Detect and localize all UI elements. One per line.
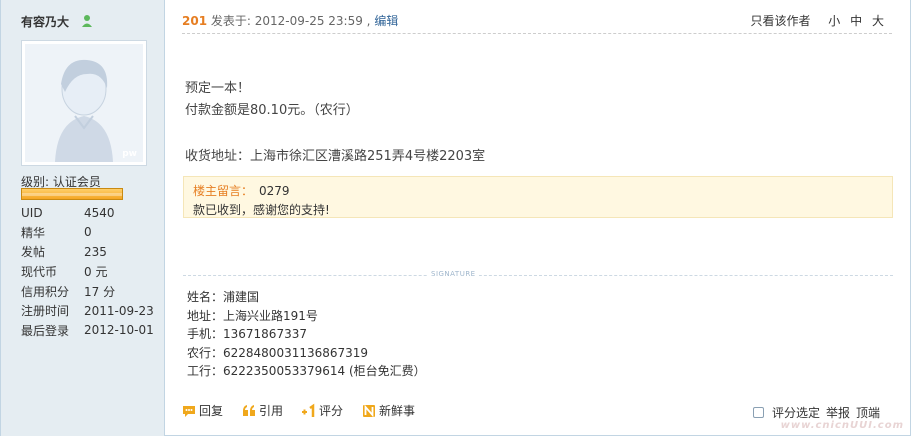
signature: 姓名：浦建国 地址：上海兴业路191号 手机：13671867337 农行：62… — [187, 288, 426, 381]
fresh-button[interactable]: 新鲜事 — [361, 402, 415, 419]
stat-row: 注册时间 2011-09-23 — [21, 301, 161, 321]
stat-row: 信用积分 17 分 — [21, 281, 161, 301]
post-address: 收货地址：上海市徐汇区漕溪路251弄4号楼2203室 — [185, 149, 486, 164]
stat-value: 2011-09-23 — [84, 303, 154, 318]
edit-link[interactable]: 编辑 — [374, 14, 398, 28]
quote-label: 引用 — [259, 404, 284, 418]
plus-one-icon — [302, 403, 315, 417]
signature-divider — [183, 275, 893, 276]
font-small-link[interactable]: 小 — [828, 14, 840, 28]
signature-row: 工行：6222350053379614 (柜台免汇费） — [187, 364, 426, 378]
signature-row: 姓名：浦建国 — [187, 290, 260, 304]
default-avatar-icon — [25, 44, 143, 162]
stat-key: 现代币 — [21, 265, 58, 280]
fresh-label: 新鲜事 — [379, 404, 416, 418]
user-sidebar: 有容乃大 pw 级别: 认证会员 UID 4540 精华 0 发帖 235 现代… — [1, 0, 165, 436]
level-progress-bar — [21, 188, 123, 200]
stat-key: 信用积分 — [21, 284, 70, 299]
signature-row: 地址：上海兴业路191号 — [187, 308, 318, 323]
reply-label: 回复 — [199, 404, 224, 418]
stat-key: UID — [21, 205, 43, 220]
stat-value: 0 元 — [84, 265, 108, 280]
header-actions: 只看该作者 小 中 大 — [744, 12, 884, 29]
font-large-link[interactable]: 大 — [872, 14, 884, 28]
font-medium-link[interactable]: 中 — [850, 14, 862, 28]
stat-value: 4540 — [84, 205, 115, 220]
quote-button[interactable]: 引用 — [241, 402, 283, 419]
owner-note: 楼主留言： 0279 款已收到，感谢您的支持! — [183, 176, 893, 218]
online-user-icon — [82, 15, 92, 27]
post-meta: 发表于: 2012-09-25 23:59 , — [207, 14, 375, 28]
owner-note-code: 0279 — [259, 184, 290, 198]
signature-row: 农行：6228480031136867319 — [187, 345, 369, 360]
speech-bubble-icon — [183, 405, 195, 417]
quote-icon — [243, 404, 256, 416]
user-stats: UID 4540 精华 0 发帖 235 现代币 0 元 信用积分 17 分 注册时间 20… — [21, 203, 161, 340]
post-actions: 评分选定 举报 顶端 — [752, 404, 886, 421]
stat-row: 最后登录 2012-10-01 — [21, 321, 161, 341]
avatar-frame: pw — [21, 40, 147, 166]
view-author-link[interactable]: 只看该作者 — [750, 14, 810, 28]
rate-label: 评分 — [319, 404, 344, 418]
post-toolbar: 回复 引用 评分 新鲜事 — [181, 402, 433, 419]
stat-value: 17 分 — [84, 284, 116, 299]
post-body: 预定一本！ 付款金额是80.10元。（农行） — [185, 78, 359, 122]
stat-row: 发帖 235 — [21, 242, 161, 262]
stat-value: 0 — [84, 225, 92, 240]
stat-key: 最后登录 — [21, 323, 70, 338]
stat-row: UID 4540 — [21, 203, 161, 223]
reply-button[interactable]: 回复 — [181, 402, 223, 419]
avatar-badge: pw — [122, 149, 137, 159]
stat-row: 现代币 0 元 — [21, 262, 161, 282]
header-divider — [182, 33, 892, 34]
watermark: www.cnicnUUI.com — [780, 420, 904, 431]
avatar[interactable]: pw — [25, 44, 143, 162]
rate-button[interactable]: 评分 — [301, 402, 343, 419]
news-icon — [363, 404, 376, 417]
post-container: 有容乃大 pw 级别: 认证会员 UID 4540 精华 0 发帖 235 现代… — [0, 0, 911, 436]
report-link[interactable]: 举报 — [826, 404, 850, 421]
stat-row: 精华 0 — [21, 223, 161, 243]
rate-select-link[interactable]: 评分选定 — [772, 404, 820, 421]
signature-row: 手机：13671867337 — [187, 327, 307, 341]
stat-key: 注册时间 — [21, 304, 70, 319]
username[interactable]: 有容乃大 — [21, 13, 69, 30]
stat-value: 2012-10-01 — [84, 323, 154, 338]
stat-value: 235 — [84, 244, 107, 259]
signature-label: SIGNATURE — [428, 270, 479, 278]
post-line: 付款金额是80.10元。（农行） — [185, 103, 359, 118]
owner-note-label: 楼主留言： — [193, 184, 254, 198]
post-header: 201 发表于: 2012-09-25 23:59 , 编辑 只看该作者 小 中… — [182, 12, 892, 32]
post-line: 预定一本！ — [185, 81, 251, 96]
rate-select-checkbox[interactable] — [752, 407, 764, 418]
floor-number: 201 — [182, 14, 208, 28]
owner-note-text: 款已收到，感谢您的支持! — [193, 203, 330, 217]
stat-key: 发帖 — [21, 245, 46, 260]
stat-key: 精华 — [21, 225, 46, 240]
top-link[interactable]: 顶端 — [856, 404, 880, 421]
